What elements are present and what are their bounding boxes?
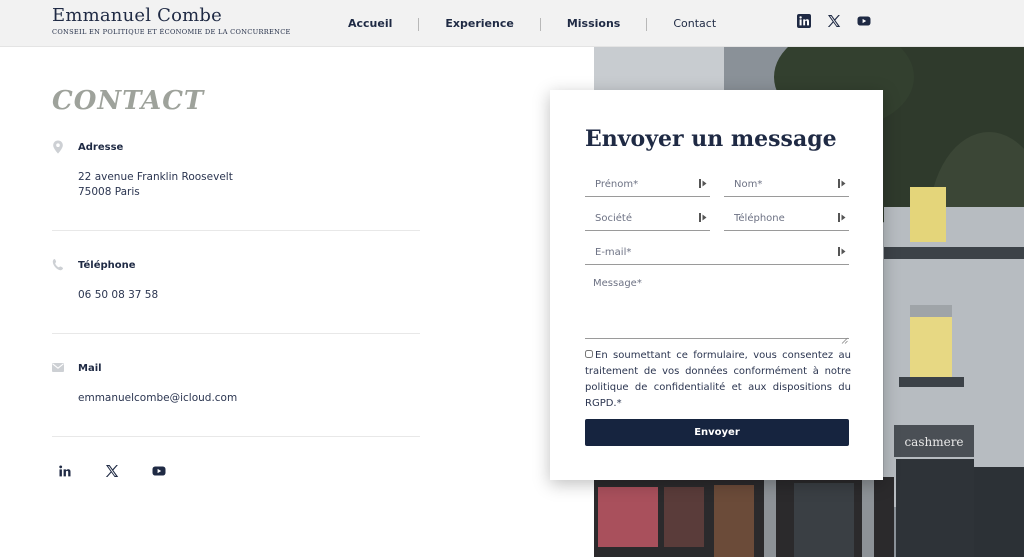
address-block: Adresse 22 avenue Franklin Roosevelt 750… [52,140,420,210]
email-input[interactable] [585,240,849,265]
autofill-key-icon[interactable] [838,178,847,189]
email-field-wrapper [585,240,849,265]
firstname-input[interactable] [585,172,710,197]
contact-title: CONTACT [52,86,205,116]
mail-label: Mail [78,363,102,374]
header-social-links [797,14,871,28]
mail-icon [52,361,64,375]
phone-input[interactable] [724,206,849,231]
divider [52,436,420,437]
company-field-wrapper [585,206,710,231]
youtube-icon[interactable] [857,14,871,28]
form-title: Envoyer un message [585,126,837,152]
phone-icon [52,258,64,272]
message-field-wrapper [585,274,849,344]
nav-contact[interactable]: Contact [647,14,742,34]
submit-button[interactable]: Envoyer [585,419,849,446]
firstname-field-wrapper [585,172,710,197]
nav-accueil[interactable]: Accueil [322,14,418,34]
message-textarea[interactable] [585,274,849,336]
linkedin-icon[interactable] [58,464,72,478]
autofill-key-icon[interactable] [838,246,847,257]
consent-text: En soumettant ce formulaire, vous consen… [585,350,851,409]
lastname-input[interactable] [724,172,849,197]
autofill-key-icon[interactable] [699,178,708,189]
logo-name: Emmanuel Combe [52,5,222,26]
svg-text:cashmere: cashmere [904,435,963,449]
contact-form-card: Envoyer un message E [550,90,883,480]
resize-handle-icon[interactable] [841,329,848,344]
footer-social-links [58,464,166,478]
phone-field-wrapper [724,206,849,231]
address-value: 22 avenue Franklin Roosevelt 75008 Paris [78,171,233,198]
address-label: Adresse [78,142,124,153]
logo-tagline: CONSEIL EN POLITIQUE ET ÉCONOMIE DE LA C… [52,28,291,36]
phone-label: Téléphone [78,260,136,271]
autofill-key-icon[interactable] [699,212,708,223]
main-nav: Accueil Experience Missions Contact [322,14,742,34]
divider [52,230,420,231]
mail-value[interactable]: emmanuelcombe@icloud.com [78,391,237,406]
site-header: Emmanuel Combe CONSEIL EN POLITIQUE ET É… [0,0,1024,47]
autofill-key-icon[interactable] [838,212,847,223]
company-input[interactable] [585,206,710,231]
location-pin-icon [52,140,64,154]
x-icon[interactable] [827,14,841,28]
mail-block: Mail emmanuelcombe@icloud.com [52,361,420,411]
consent-block: En soumettant ce formulaire, vous consen… [585,348,851,412]
nav-missions[interactable]: Missions [541,14,647,34]
phone-block: Téléphone 06 50 08 37 58 [52,258,420,308]
consent-checkbox[interactable] [585,350,593,358]
lastname-field-wrapper [724,172,849,197]
nav-experience[interactable]: Experience [419,14,539,34]
phone-value[interactable]: 06 50 08 37 58 [78,288,158,303]
x-icon[interactable] [105,464,119,478]
divider [52,333,420,334]
linkedin-icon[interactable] [797,14,811,28]
site-logo[interactable]: Emmanuel Combe CONSEIL EN POLITIQUE ET É… [52,5,291,36]
youtube-icon[interactable] [152,464,166,478]
